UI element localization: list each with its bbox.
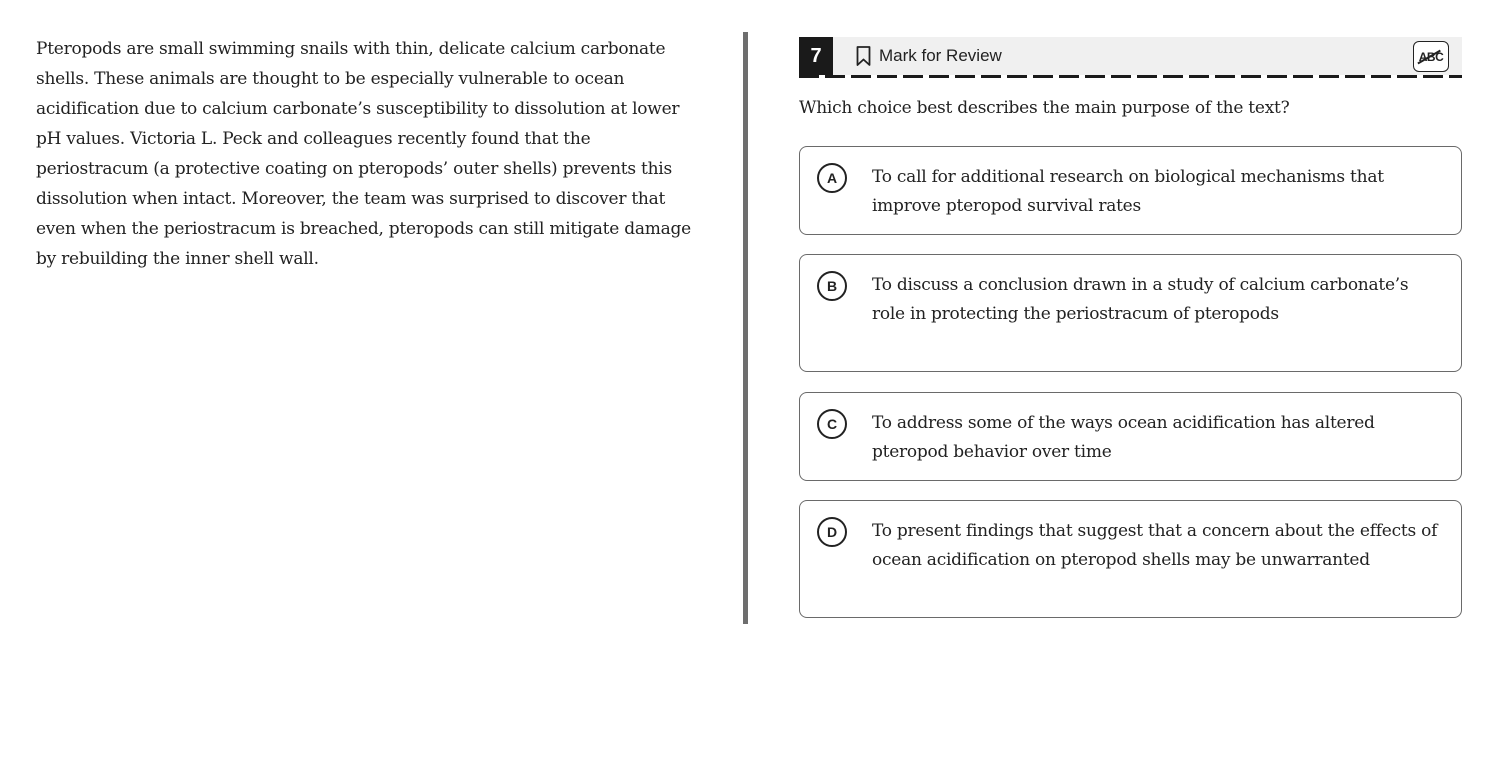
choice-text: To discuss a conclusion drawn in a study… [872, 275, 1409, 324]
choice-letter-badge: C [817, 409, 847, 439]
bookmark-icon [855, 45, 872, 67]
abc-strikethrough-icon: ABC [1417, 49, 1444, 64]
choice-text: To call for additional research on biolo… [872, 167, 1384, 216]
choice-letter-badge: B [817, 271, 847, 301]
mark-for-review-button[interactable]: Mark for Review [855, 45, 1002, 67]
choice-letter-badge: D [817, 517, 847, 547]
question-header: 7 Mark for Review ABC [799, 37, 1462, 75]
choice-text: To address some of the ways ocean acidif… [872, 413, 1375, 462]
question-prompt: Which choice best describes the main pur… [799, 98, 1290, 118]
mark-for-review-label: Mark for Review [879, 46, 1002, 65]
pane-divider[interactable] [743, 32, 748, 624]
answer-choice-a[interactable]: A To call for additional research on bio… [799, 146, 1462, 235]
answer-choice-c[interactable]: C To address some of the ways ocean acid… [799, 392, 1462, 481]
answer-eliminator-button[interactable]: ABC [1413, 41, 1449, 72]
header-dashed-divider [799, 75, 1462, 78]
choice-text: To present findings that suggest that a … [872, 521, 1438, 570]
answer-choice-b[interactable]: B To discuss a conclusion drawn in a stu… [799, 254, 1462, 372]
passage-text: Pteropods are small swimming snails with… [36, 39, 691, 269]
question-number: 7 [799, 37, 833, 75]
answer-choice-d[interactable]: D To present findings that suggest that … [799, 500, 1462, 618]
choice-letter-badge: A [817, 163, 847, 193]
